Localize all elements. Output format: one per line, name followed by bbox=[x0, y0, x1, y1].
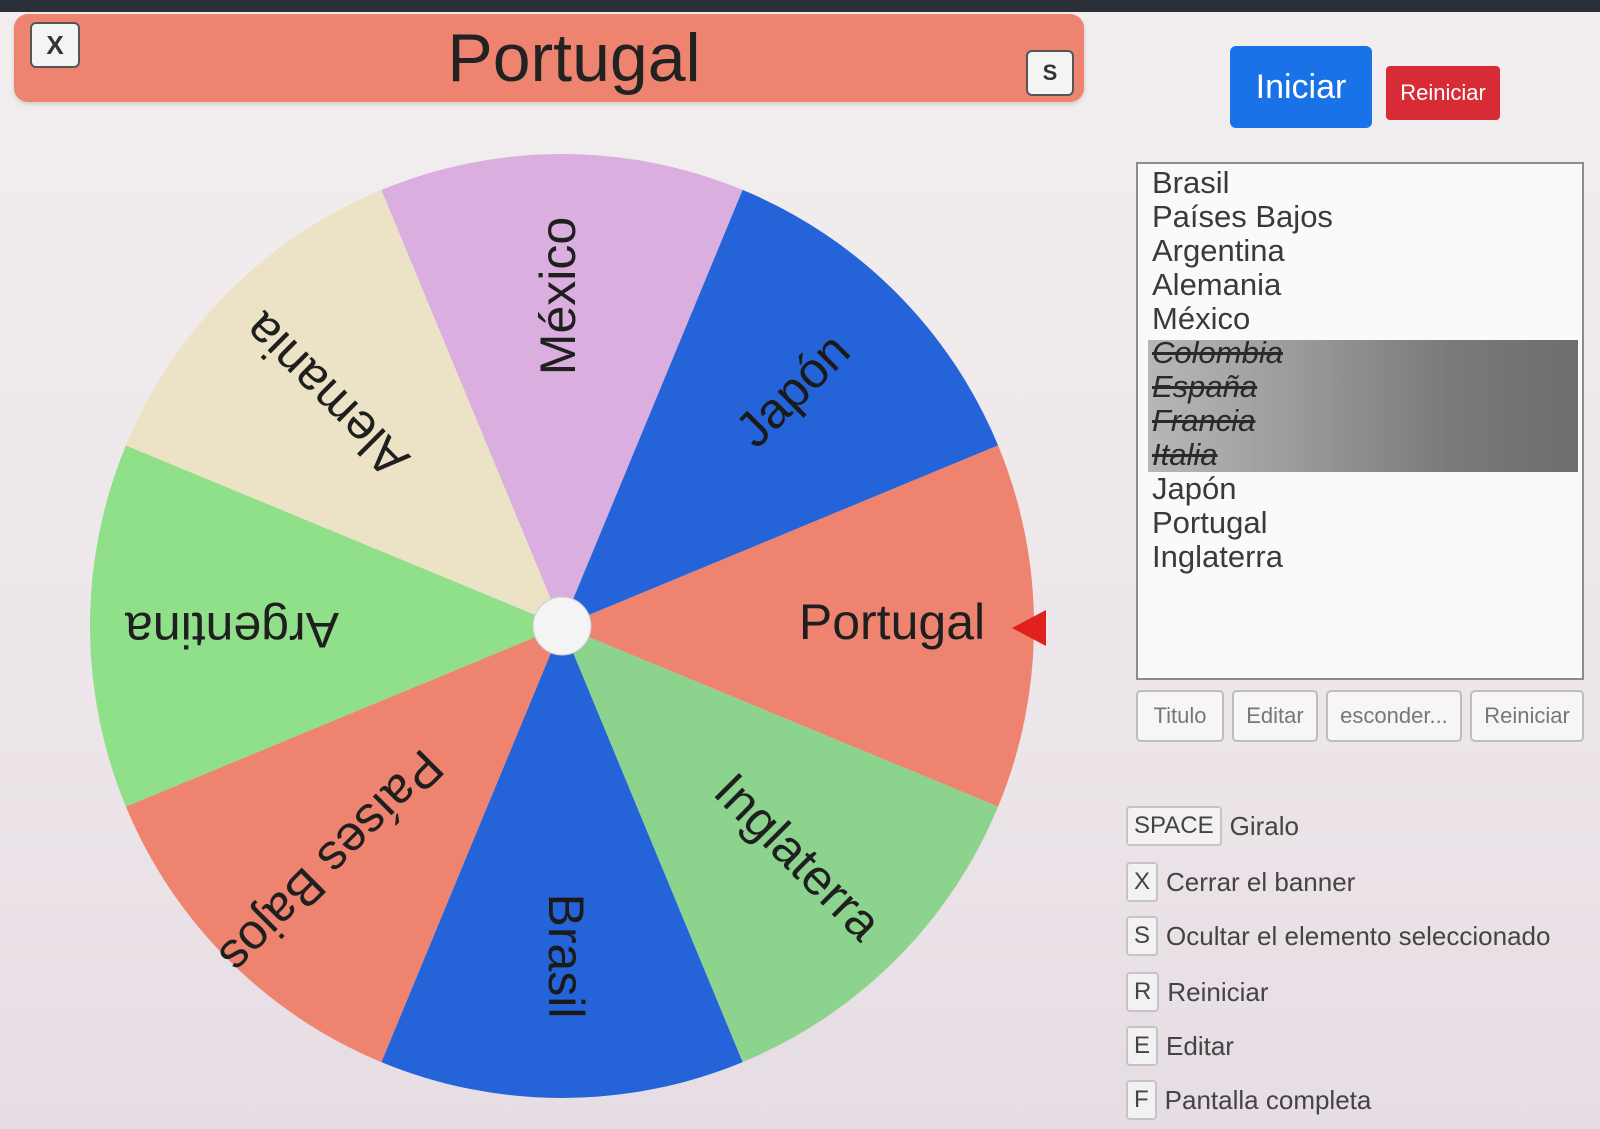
entry-item-removed: España bbox=[1152, 369, 1258, 404]
shortcut-row: E Editar bbox=[1126, 1024, 1234, 1068]
key-badge: F bbox=[1126, 1080, 1157, 1120]
shortcut-label: Cerrar el banner bbox=[1166, 866, 1356, 897]
edit-button[interactable]: Editar bbox=[1232, 690, 1318, 742]
hide-button[interactable]: esconder... bbox=[1326, 690, 1462, 742]
entry-item: México bbox=[1152, 301, 1251, 336]
entry-item-removed: Italia bbox=[1152, 437, 1218, 472]
shortcut-row: SPACE Giralo bbox=[1126, 804, 1299, 848]
entry-item: Países Bajos bbox=[1152, 199, 1333, 234]
shortcut-row: X Cerrar el banner bbox=[1126, 860, 1355, 904]
shortcut-label: Pantalla completa bbox=[1164, 1084, 1372, 1115]
shortcut-label: Reiniciar bbox=[1167, 976, 1269, 1007]
shortcut-label: Giralo bbox=[1229, 810, 1299, 841]
entry-item-removed: Colombia bbox=[1152, 335, 1283, 370]
entries-textarea[interactable]: Brasil Países Bajos Argentina Alemania M… bbox=[1136, 162, 1584, 680]
wheel-hub bbox=[532, 596, 592, 656]
entry-item-removed: Francia bbox=[1152, 403, 1256, 438]
key-badge: SPACE bbox=[1126, 806, 1222, 846]
entry-item: Portugal bbox=[1152, 505, 1268, 540]
title-button[interactable]: Titulo bbox=[1136, 690, 1224, 742]
entry-item: Inglaterra bbox=[1152, 539, 1283, 574]
shortcut-row: S Ocultar el elemento seleccionado bbox=[1126, 914, 1550, 958]
entry-item: Argentina bbox=[1152, 233, 1285, 268]
entry-item: Japón bbox=[1152, 471, 1237, 506]
key-badge: X bbox=[1126, 862, 1159, 902]
wheel-slice-label: México bbox=[530, 217, 586, 375]
key-badge: S bbox=[1126, 916, 1159, 956]
shortcut-row: R Reiniciar bbox=[1126, 970, 1269, 1014]
shortcut-label: Editar bbox=[1166, 1030, 1234, 1061]
shortcut-row: F Pantalla completa bbox=[1126, 1078, 1371, 1122]
entry-item: Alemania bbox=[1152, 267, 1282, 302]
wheel-slice-label: Argentina bbox=[125, 602, 339, 658]
spinning-wheel[interactable]: PortugalInglaterraBrasilPaíses BajosArge… bbox=[0, 0, 1100, 1129]
reset-button[interactable]: Reiniciar bbox=[1386, 66, 1500, 120]
entry-item: Brasil bbox=[1152, 165, 1230, 200]
reset-list-button[interactable]: Reiniciar bbox=[1470, 690, 1584, 742]
key-badge: E bbox=[1126, 1026, 1159, 1066]
shortcut-label: Ocultar el elemento seleccionado bbox=[1166, 920, 1551, 951]
start-button[interactable]: Iniciar bbox=[1230, 46, 1372, 128]
key-badge: R bbox=[1126, 972, 1160, 1012]
wheel-slice-label: Portugal bbox=[799, 594, 985, 650]
wheel-slice-label: Brasil bbox=[538, 893, 594, 1018]
